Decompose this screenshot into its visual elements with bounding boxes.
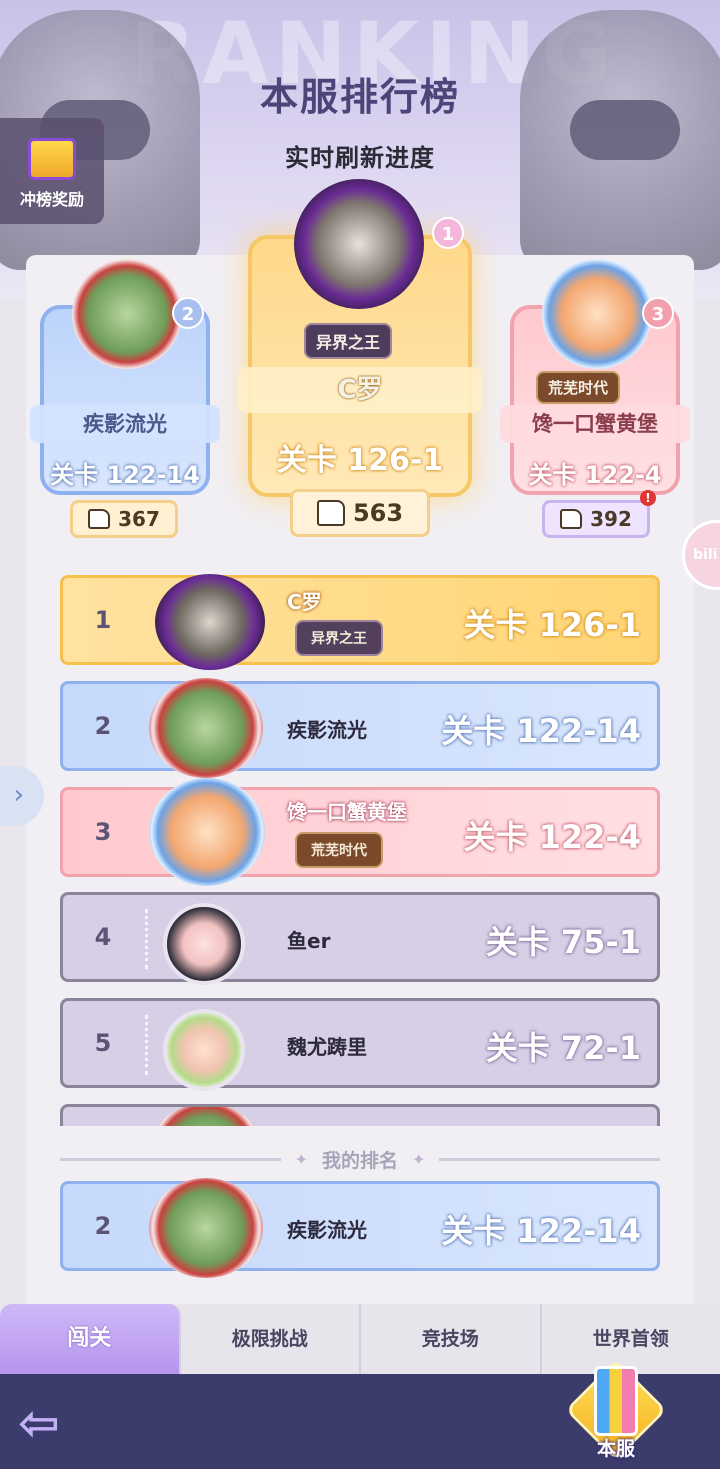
stage-progress: 关卡 72-1: [485, 1029, 641, 1067]
rank-row-1[interactable]: 1 C罗 异界之王 关卡 126-1: [60, 574, 660, 670]
player-name: 鱼er: [287, 929, 331, 953]
avatar: [72, 259, 182, 369]
rank-row-4[interactable]: 4 鱼er 关卡 75-1: [60, 892, 660, 985]
tab-arena[interactable]: 竞技场: [361, 1304, 542, 1374]
sparkle-icon: ✦: [412, 1149, 426, 1169]
ranking-reward-label: 冲榜奖励: [19, 190, 84, 209]
my-rank-row[interactable]: 2 疾影流光 关卡 122-14: [60, 1178, 660, 1278]
rank-number: 3: [94, 818, 112, 846]
rank-number: 2: [94, 712, 112, 740]
ticket-divider: [145, 1015, 153, 1075]
tab-stage[interactable]: 闯关: [0, 1304, 181, 1374]
player-name: 馋一口蟹黄堡: [287, 800, 407, 824]
avatar: [163, 1009, 245, 1091]
avatar: [163, 903, 245, 985]
title-badge: 异界之王: [304, 323, 393, 359]
like-count: 563: [352, 499, 404, 527]
like-count: 392: [590, 507, 632, 531]
like-button-second[interactable]: 367: [70, 500, 178, 538]
stage-progress: 关卡 122-4: [463, 818, 642, 856]
stage-progress: 关卡 122-14: [50, 461, 200, 489]
rank-number: 4: [94, 923, 112, 951]
player-name: C罗: [287, 590, 322, 614]
player-name: 魏尤踌里: [287, 1035, 367, 1059]
rank-number: 2: [94, 1212, 112, 1240]
stage-progress: 关卡 75-1: [485, 923, 641, 961]
rank-row-5[interactable]: 5 魏尤踌里 关卡 72-1: [60, 998, 660, 1091]
podium-third[interactable]: 3 荒芜时代 馋一口蟹黄堡 关卡 122-4: [500, 259, 690, 495]
rank-row-6-partial[interactable]: [60, 1104, 660, 1126]
server-scope-label: 本服: [596, 1438, 635, 1460]
avatar: [149, 678, 263, 778]
title-badge: 荒芜时代: [295, 832, 383, 868]
player-name: C罗: [238, 367, 482, 413]
avatar: [149, 1107, 263, 1126]
chevron-right-icon: ›: [13, 780, 24, 810]
rank-number: 1: [94, 606, 112, 634]
stage-progress: 关卡 126-1: [276, 443, 444, 478]
podium-first[interactable]: 1 异界之王 C罗 关卡 126-1: [238, 179, 482, 497]
thumbs-up-icon: [560, 509, 583, 529]
stage-progress: 关卡 126-1: [463, 606, 642, 644]
stage-progress: 关卡 122-4: [528, 461, 662, 489]
like-count: 367: [118, 507, 160, 531]
server-scope-button[interactable]: 本服: [565, 1359, 667, 1464]
my-rank-separator: ✦ 我的排名 ✦: [60, 1146, 661, 1172]
notification-badge: !: [640, 490, 656, 506]
title-badge: 荒芜时代: [536, 371, 621, 404]
ticket-divider: [145, 909, 153, 969]
rank-number: 5: [94, 1029, 112, 1057]
like-button-third[interactable]: 392: [542, 500, 650, 538]
player-name: 疾影流光: [287, 1218, 367, 1242]
thumbs-up-icon: [88, 509, 111, 529]
rank-badge: 1: [432, 217, 464, 249]
avatar: [149, 1178, 263, 1278]
player-name: 馋一口蟹黄堡: [500, 405, 690, 443]
avatar: [149, 778, 265, 886]
player-name: 疾影流光: [287, 718, 367, 742]
tab-extreme-challenge[interactable]: 极限挑战: [181, 1304, 361, 1374]
my-rank-label: 我的排名: [322, 1149, 399, 1172]
rank-row-3[interactable]: 3 馋一口蟹黄堡 荒芜时代 关卡 122-4: [60, 778, 660, 886]
like-button-first[interactable]: 563: [290, 489, 430, 537]
sparkle-icon: ✦: [294, 1149, 308, 1169]
avatar: [155, 574, 265, 670]
page-title: 本服排行榜: [259, 75, 460, 119]
cards-icon: [594, 1366, 638, 1436]
avatar: [542, 259, 652, 369]
rank-badge: 3: [642, 297, 674, 329]
rank-row-2[interactable]: 2 疾影流光 关卡 122-14: [60, 678, 660, 778]
podium-second[interactable]: 2 疾影流光 关卡 122-14: [30, 259, 220, 495]
player-name: 疾影流光: [30, 405, 220, 443]
rank-badge: 2: [172, 297, 204, 329]
back-arrow-icon[interactable]: ⇦: [18, 1398, 84, 1448]
realtime-refresh-label: 实时刷新进度: [285, 144, 435, 172]
thumbs-up-icon: [316, 500, 345, 526]
stage-progress: 关卡 122-14: [441, 1212, 641, 1250]
title-badge: 异界之王: [295, 620, 383, 656]
stage-progress: 关卡 122-14: [441, 712, 641, 750]
avatar: [294, 179, 424, 309]
